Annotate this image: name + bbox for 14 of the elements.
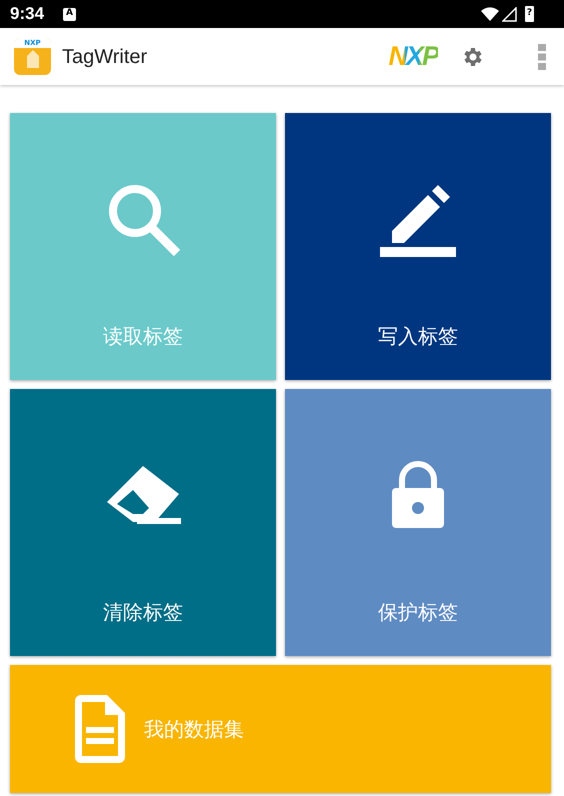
tile-button[interactable]: 我的数据集 [10, 665, 551, 793]
lock-icon [390, 460, 446, 530]
signal-icon [502, 6, 517, 22]
tag-icon [24, 48, 40, 70]
tile-button[interactable]: 写入标签 [285, 113, 551, 380]
status-time: 9:34 [10, 3, 44, 26]
app-title: TagWriter [62, 44, 148, 70]
tile-button[interactable]: 读取标签 [10, 113, 276, 380]
notification-icon: A [63, 8, 76, 20]
tile-button[interactable]: 清除标签 [10, 389, 276, 656]
battery-icon: ? [525, 6, 534, 22]
tile-button[interactable]: 保护标签 [285, 389, 551, 656]
wifi-icon [481, 7, 499, 21]
document-icon [73, 693, 127, 765]
